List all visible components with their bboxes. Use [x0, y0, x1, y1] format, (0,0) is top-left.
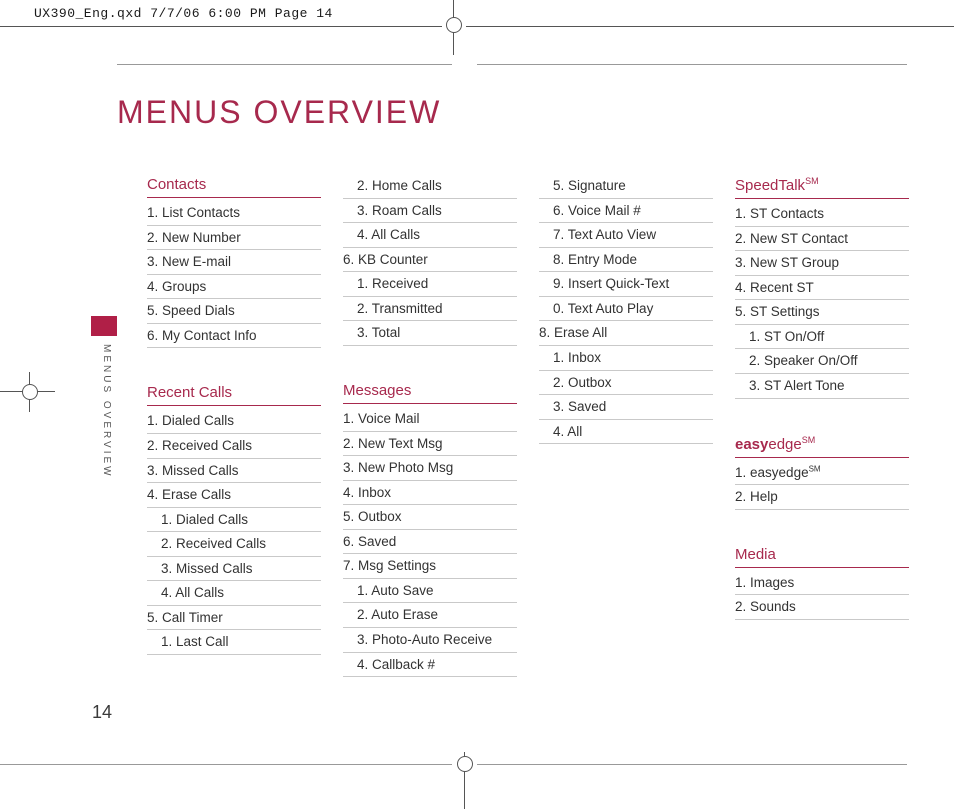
column-2: 2. Home Calls 3. Roam Calls 4. All Calls…: [343, 174, 517, 735]
page-body: MENUS OVERVIEW MENUS OVERVIEW 14 Contact…: [117, 64, 907, 745]
column-1: Contacts 1. List Contacts 2. New Number …: [147, 174, 321, 735]
section-head-easyedge: easyedgeSM: [735, 433, 909, 458]
list-item: 1. ST Contacts: [735, 202, 909, 227]
list-item: 2. Help: [735, 485, 909, 510]
list-subitem: 3. Roam Calls: [343, 199, 517, 224]
list-item: 2. New ST Contact: [735, 227, 909, 252]
list-item: 5. ST Settings: [735, 300, 909, 325]
page-bottom-rule-a: [0, 764, 452, 765]
list-subitem: 1. ST On/Off: [735, 325, 909, 350]
speedtalk-label: SpeedTalk: [735, 177, 805, 194]
list-item: 4. Groups: [147, 275, 321, 300]
list-subitem: 4. All Calls: [343, 223, 517, 248]
list-subitem: 2. Outbox: [539, 371, 713, 396]
side-vertical-label: MENUS OVERVIEW: [92, 344, 112, 524]
list-item: 3. New Photo Msg: [343, 456, 517, 481]
list-subitem: 1. Dialed Calls: [147, 508, 321, 533]
list-item: 1. Dialed Calls: [147, 409, 321, 434]
list-item: 2. Sounds: [735, 595, 909, 620]
list-subitem: 7. Text Auto View: [539, 223, 713, 248]
list-subitem: 3. Total: [343, 321, 517, 346]
list-item: 5. Call Timer: [147, 606, 321, 631]
list-subitem: 1. Received: [343, 272, 517, 297]
page-bottom-rule-b: [477, 764, 907, 765]
list-subitem: 3. ST Alert Tone: [735, 374, 909, 399]
list-subitem: 2. Transmitted: [343, 297, 517, 322]
list-item: 5. Speed Dials: [147, 299, 321, 324]
list-subitem: 2. Received Calls: [147, 532, 321, 557]
easy-item-1-sup: SM: [809, 464, 821, 473]
registration-left-icon: [0, 380, 55, 404]
list-item: 7. Msg Settings: [343, 554, 517, 579]
list-subitem: 3. Photo-Auto Receive: [343, 628, 517, 653]
section-head-recent-calls: Recent Calls: [147, 382, 321, 406]
column-3: 5. Signature 6. Voice Mail # 7. Text Aut…: [539, 174, 713, 735]
easyedge-bold: easy: [735, 436, 768, 453]
section-head-messages: Messages: [343, 380, 517, 404]
list-subitem: 3. Saved: [539, 395, 713, 420]
list-subitem: 8. Entry Mode: [539, 248, 713, 273]
top-rule: [0, 26, 954, 27]
list-item: 4. Erase Calls: [147, 483, 321, 508]
list-subitem: 5. Signature: [539, 174, 713, 199]
section-head-media: Media: [735, 544, 909, 568]
speedtalk-sup: SM: [805, 176, 819, 186]
list-item: 6. My Contact Info: [147, 324, 321, 349]
list-item: 2. Received Calls: [147, 434, 321, 459]
page-number: 14: [92, 702, 112, 723]
registration-bottom-icon: [453, 752, 477, 809]
column-4: SpeedTalkSM 1. ST Contacts 2. New ST Con…: [735, 174, 909, 735]
list-item: 1. easyedgeSM: [735, 461, 909, 486]
list-item: 4. Recent ST: [735, 276, 909, 301]
list-item: 1. Voice Mail: [343, 407, 517, 432]
list-subitem: 4. All Calls: [147, 581, 321, 606]
easyedge-sup: SM: [802, 435, 816, 445]
list-item: 5. Outbox: [343, 505, 517, 530]
list-item: 3. Missed Calls: [147, 459, 321, 484]
list-item: 2. New Number: [147, 226, 321, 251]
list-item: 3. New ST Group: [735, 251, 909, 276]
list-subitem: 9. Insert Quick-Text: [539, 272, 713, 297]
list-subitem: 1. Last Call: [147, 630, 321, 655]
easy-item-1-pre: 1.: [735, 465, 750, 480]
list-subitem: 4. Callback #: [343, 653, 517, 678]
list-subitem: 3. Missed Calls: [147, 557, 321, 582]
section-head-speedtalk: SpeedTalkSM: [735, 174, 909, 199]
list-item: 1. List Contacts: [147, 201, 321, 226]
easyedge-rest: edge: [768, 436, 801, 453]
list-subitem: 6. Voice Mail #: [539, 199, 713, 224]
prepress-slug: UX390_Eng.qxd 7/7/06 6:00 PM Page 14: [34, 6, 333, 21]
list-subitem: 4. All: [539, 420, 713, 445]
page-title: MENUS OVERVIEW: [117, 94, 441, 131]
list-item: 2. New Text Msg: [343, 432, 517, 457]
list-item: 4. Inbox: [343, 481, 517, 506]
list-item: 1. Images: [735, 571, 909, 596]
registration-top-icon: [442, 0, 466, 55]
list-item: 8. Erase All: [539, 321, 713, 346]
side-tab: [91, 316, 117, 336]
easy-item-1-rest: edge: [779, 465, 809, 480]
list-subitem: 2. Speaker On/Off: [735, 349, 909, 374]
list-subitem: 1. Auto Save: [343, 579, 517, 604]
list-subitem: 2. Auto Erase: [343, 603, 517, 628]
list-subitem: 2. Home Calls: [343, 174, 517, 199]
list-subitem: 0. Text Auto Play: [539, 297, 713, 322]
columns: Contacts 1. List Contacts 2. New Number …: [147, 174, 907, 735]
list-subitem: 1. Inbox: [539, 346, 713, 371]
list-item: 3. New E-mail: [147, 250, 321, 275]
section-head-contacts: Contacts: [147, 174, 321, 198]
list-item: 6. Saved: [343, 530, 517, 555]
easy-item-1-bold: easy: [750, 465, 779, 480]
list-item: 6. KB Counter: [343, 248, 517, 273]
